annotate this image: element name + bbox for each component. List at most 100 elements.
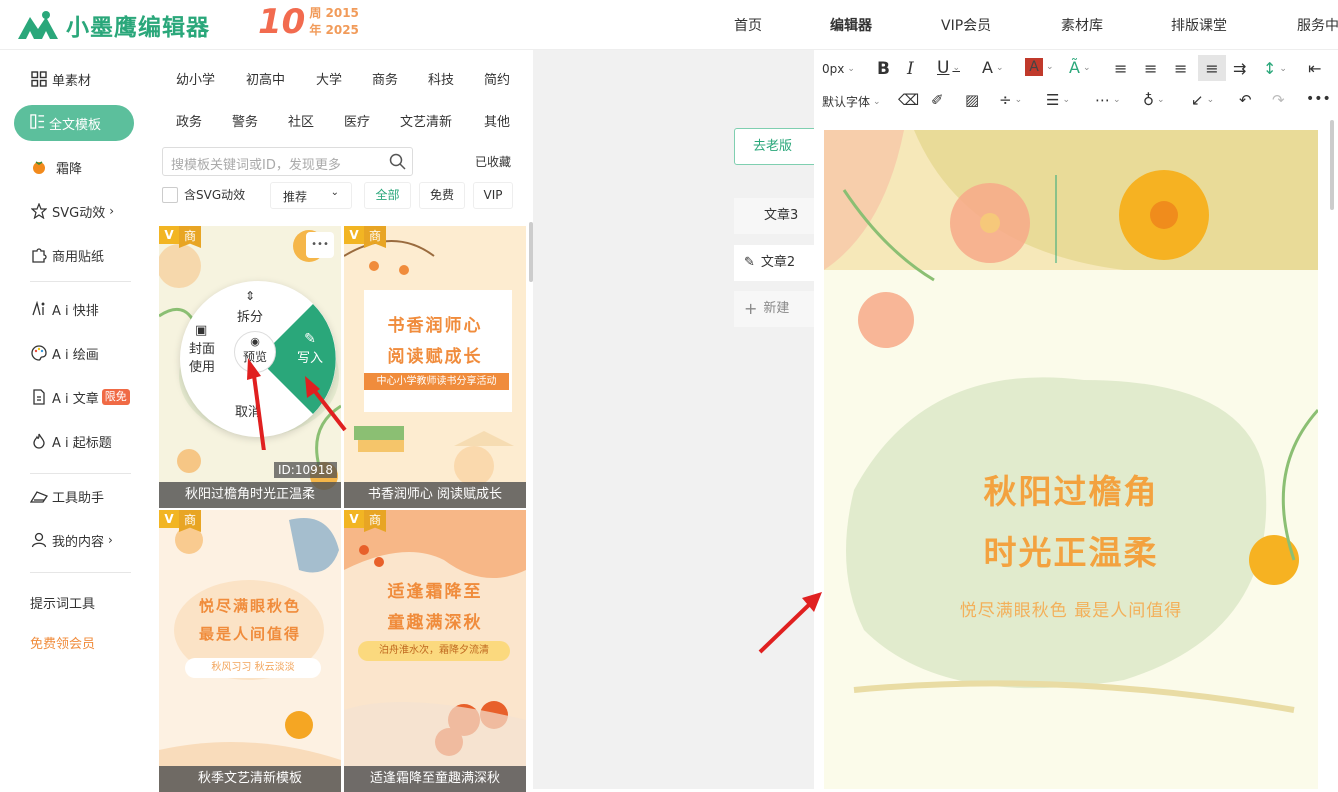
align-justify-icon[interactable]: ≡ [1198,55,1226,81]
category-university[interactable]: 大学 [316,69,342,88]
logo[interactable]: 小墨鹰编辑器 [16,8,210,42]
prompt-tools-link[interactable]: 提示词工具 [30,590,95,614]
checkbox[interactable] [162,186,178,203]
redo-icon[interactable]: ↷ [1272,91,1285,109]
chevron-down-icon: ⌄ [330,187,339,198]
nav-home[interactable]: 首页 [734,15,762,35]
palette-icon [30,344,48,362]
underline-icon[interactable]: U ⌄ [937,58,960,78]
editor-scrollbar[interactable] [1330,120,1334,210]
align-left-icon[interactable]: ≡ [1114,59,1127,78]
eraser-icon[interactable]: ⌫ [898,91,919,109]
category-literary[interactable]: 文艺清新 [400,111,452,130]
template-card[interactable]: V商 书香润师心 阅读赋成长 中心小学教师读书分享活动 书香润师心 阅读赋成长 [344,226,526,508]
sidebar-item-tools[interactable]: 工具助手 [30,484,104,508]
canvas-subtitle[interactable]: 悦尽满眼秋色 最是人间值得 [824,596,1318,621]
canvas-title-line1[interactable]: 秋阳过檐角 [824,465,1318,513]
sidebar-item-svg[interactable]: SVG动效 › [30,199,114,223]
editor-canvas[interactable]: 秋阳过檐角 时光正温柔 悦尽满眼秋色 最是人间值得 [824,130,1318,789]
radial-cover[interactable]: 封面 使用 [189,341,215,377]
paragraph-spacing-icon[interactable]: ☰ ⌄ [1046,91,1070,109]
card-text: 童趣满深秋 [387,613,483,633]
doc-item-active[interactable]: ✎ 文章2 [734,245,814,281]
edit-icon: ✎ [304,331,316,347]
font-color-icon[interactable]: A ⌄ [1025,58,1054,76]
category-simple[interactable]: 简约 [484,69,510,88]
sidebar-item-full-template[interactable]: 全文模板 [14,105,134,141]
category-high-school[interactable]: 初高中 [246,69,285,88]
filter-vip[interactable]: VIP [473,182,513,209]
vip-tag: V商 [159,510,201,532]
free-badge: 限免 [101,389,130,405]
category-police[interactable]: 警务 [232,111,258,130]
svg-filter-checkbox[interactable]: 含SVG动效 [162,186,245,203]
more-icon[interactable]: ••• [1306,91,1331,107]
format-brush-icon[interactable]: ✐ [931,91,944,109]
category-medical[interactable]: 医疗 [344,111,370,130]
nav-materials[interactable]: 素材库 [1061,15,1103,35]
sidebar-item-ai-article[interactable]: A i 文章 限免 [30,385,130,409]
favorites-link[interactable]: 已收藏 [475,153,511,170]
plus-icon: + [744,299,758,318]
template-card[interactable]: V商 适逢霜降至 童趣满深秋 泊舟淮水次，霜降夕流清 适逢霜降至童趣满深秋 [344,510,526,792]
new-doc-button[interactable]: + 新建 [734,291,814,327]
font-size-select[interactable]: 0px ⌄ [822,62,855,76]
bulb-icon[interactable]: ♁ ⌄ [1143,91,1165,109]
template-card[interactable]: V商 悦尽满眼秋色 最是人间值得 秋风习习 秋云淡淡 秋季文艺清新模板 [159,510,341,792]
sidebar-item-my-content[interactable]: 我的内容 › [30,528,113,552]
anniversary-number: 10 [258,2,306,42]
radial-preview[interactable]: ◉ 预览 [234,331,276,373]
sort-select[interactable]: 推荐 ⌄ [270,182,352,209]
template-search-input[interactable]: 搜模板关键词或ID，发现更多 [162,147,413,176]
radial-write[interactable]: ✎ 写入 [297,331,323,366]
canvas-title-line2[interactable]: 时光正温柔 [824,526,1318,574]
template-card[interactable]: V商 ⇕ 拆分 ▣ 封面 使用 ◉ 预览 ✎ 写入 取消 ••• ID:1091 [159,226,341,508]
category-tech[interactable]: 科技 [428,69,454,88]
sidebar-item-ai-layout[interactable]: A i 快排 [30,297,99,321]
category-business[interactable]: 商务 [372,69,398,88]
italic-icon[interactable]: I [907,59,914,79]
sidebar-divider [30,281,131,282]
puzzle-icon [30,246,48,264]
exit-icon[interactable]: ⇤ [1308,59,1321,78]
filter-all[interactable]: 全部 [364,182,411,209]
filter-free[interactable]: 免费 [419,182,465,209]
font-family-select[interactable]: 默认字体 ⌄ [822,93,881,110]
nav-course[interactable]: 排版课堂 [1171,15,1227,35]
highlight-icon[interactable]: Ã ⌄ [1069,58,1091,77]
align-center-icon[interactable]: ≡ [1144,59,1157,78]
split-icon: ⇕ [244,289,256,303]
card-subtext: 泊舟淮水次，霜降夕流清 [358,641,510,661]
free-vip-link[interactable]: 免费领会员 [30,630,95,654]
undo-icon[interactable]: ↶ [1239,91,1252,109]
radial-split[interactable]: 拆分 [237,306,263,325]
nav-service[interactable]: 服务中 [1297,15,1338,35]
bold-icon[interactable]: B [877,59,890,79]
doc-item[interactable]: 文章3 [734,198,814,234]
radial-cancel[interactable]: 取消 [235,401,261,420]
search-icon[interactable] [389,153,406,174]
template-panel: 幼小学 初高中 大学 商务 科技 简约 政务 警务 社区 医疗 文艺清新 其他 … [155,50,533,792]
sidebar-item-stickers[interactable]: 商用贴纸 [30,243,104,267]
sidebar-item-single-material[interactable]: 单素材 [30,67,91,91]
sidebar-item-ai-paint[interactable]: A i 绘画 [30,341,99,365]
sidebar-item-frost[interactable]: 霜降 [30,155,82,179]
nav-vip[interactable]: VIP会员 [941,15,991,35]
indent-icon[interactable]: ⇉ [1233,59,1246,78]
indent-spacing-icon[interactable]: ⋯ ⌄ [1095,91,1121,109]
category-primary[interactable]: 幼小学 [176,69,215,88]
align-right-icon[interactable]: ≡ [1174,59,1187,78]
line-height-icon[interactable]: ↕ ⌄ [1263,59,1287,78]
more-options-button[interactable]: ••• [306,232,334,258]
category-other[interactable]: 其他 [484,111,510,130]
letter-spacing-icon[interactable]: ÷ ⌄ [999,91,1022,109]
nav-editor[interactable]: 编辑器 [830,15,872,35]
canvas-illustration [824,130,1318,713]
sidebar-item-ai-title[interactable]: A i 起标题 [30,429,112,453]
image-icon[interactable]: ▨ [965,91,979,109]
direction-icon[interactable]: ↙ ⌄ [1191,91,1214,109]
category-community[interactable]: 社区 [288,111,314,130]
persimmon-icon [30,158,48,176]
font-style-icon[interactable]: A ⌄ [982,58,1004,77]
category-government[interactable]: 政务 [176,111,202,130]
